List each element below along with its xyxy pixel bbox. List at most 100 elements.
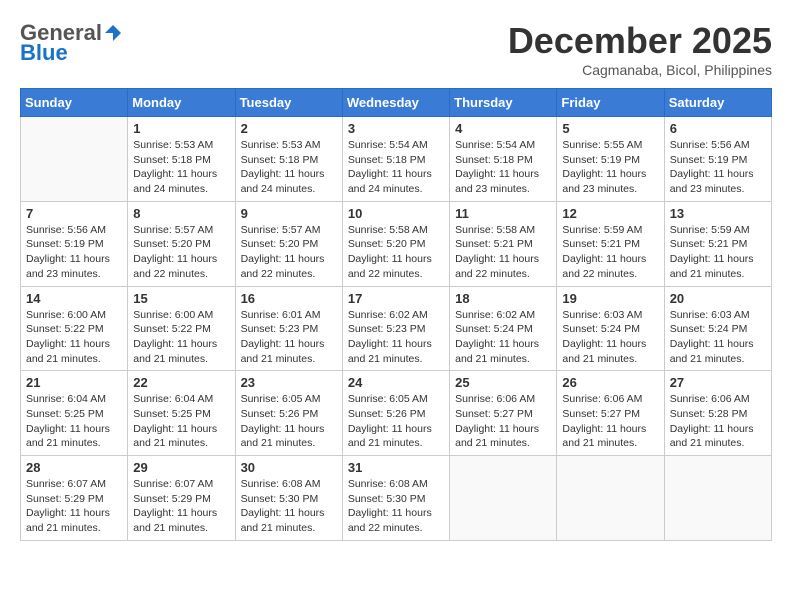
calendar-cell: 7 Sunrise: 5:56 AM Sunset: 5:19 PM Daylig… <box>21 201 128 286</box>
calendar-cell: 18Sunrise: 6:02 AM Sunset: 5:24 PM Dayli… <box>450 286 557 371</box>
day-number: 21 <box>26 375 122 390</box>
day-number: 27 <box>670 375 766 390</box>
calendar-cell: 16 Sunrise: 6:01 AM Sunset: 5:23 PM Dayli… <box>235 286 342 371</box>
day-info: Sunrise: 5:55 AM Sunset: 5:19 PM Dayligh… <box>562 138 658 197</box>
day-number: 12 <box>562 206 658 221</box>
day-info: Sunrise: 6:00 AM Sunset: 5:22 PM Dayligh… <box>133 308 229 367</box>
day-info: Sunrise: 6:08 AM Sunset: 5:30 PM Dayligh… <box>348 477 444 536</box>
day-number: 29 <box>133 460 229 475</box>
day-info: Sunrise: 5:53 AM Sunset: 5:18 PM Dayligh… <box>133 138 229 197</box>
day-info: Sunrise: 5:56 AM Sunset: 5:19 PM Dayligh… <box>670 138 766 197</box>
calendar-cell: 10Sunrise: 5:58 AM Sunset: 5:20 PM Dayli… <box>342 201 449 286</box>
day-number: 14 <box>26 291 122 306</box>
calendar-week-row: 14 Sunrise: 6:00 AM Sunset: 5:22 PM Dayli… <box>21 286 772 371</box>
calendar-cell: 29 Sunrise: 6:07 AM Sunset: 5:29 PM Dayli… <box>128 456 235 541</box>
day-info: Sunrise: 6:06 AM Sunset: 5:27 PM Dayligh… <box>562 392 658 451</box>
day-number: 30 <box>241 460 337 475</box>
day-number: 3 <box>348 121 444 136</box>
day-info: Sunrise: 6:06 AM Sunset: 5:28 PM Dayligh… <box>670 392 766 451</box>
day-number: 6 <box>670 121 766 136</box>
day-number: 16 <box>241 291 337 306</box>
calendar-cell <box>450 456 557 541</box>
calendar-cell: 4 Sunrise: 5:54 AM Sunset: 5:18 PM Daylig… <box>450 117 557 202</box>
calendar-cell: 20 Sunrise: 6:03 AM Sunset: 5:24 PM Dayli… <box>664 286 771 371</box>
weekday-header-monday: Monday <box>128 89 235 117</box>
calendar-cell: 19 Sunrise: 6:03 AM Sunset: 5:24 PM Dayli… <box>557 286 664 371</box>
day-number: 28 <box>26 460 122 475</box>
calendar-cell: 8 Sunrise: 5:57 AM Sunset: 5:20 PM Daylig… <box>128 201 235 286</box>
calendar-cell: 9Sunrise: 5:57 AM Sunset: 5:20 PM Daylig… <box>235 201 342 286</box>
day-number: 8 <box>133 206 229 221</box>
calendar-cell: 30 Sunrise: 6:08 AM Sunset: 5:30 PM Dayli… <box>235 456 342 541</box>
calendar-cell: 3Sunrise: 5:54 AM Sunset: 5:18 PM Daylig… <box>342 117 449 202</box>
day-number: 15 <box>133 291 229 306</box>
day-info: Sunrise: 5:56 AM Sunset: 5:19 PM Dayligh… <box>26 223 122 282</box>
logo-blue: Blue <box>20 40 68 66</box>
calendar-cell: 5 Sunrise: 5:55 AM Sunset: 5:19 PM Daylig… <box>557 117 664 202</box>
calendar-week-row: 28 Sunrise: 6:07 AM Sunset: 5:29 PM Dayli… <box>21 456 772 541</box>
calendar-cell: 24 Sunrise: 6:05 AM Sunset: 5:26 PM Dayli… <box>342 371 449 456</box>
calendar-cell: 28 Sunrise: 6:07 AM Sunset: 5:29 PM Dayli… <box>21 456 128 541</box>
calendar-table: SundayMondayTuesdayWednesdayThursdayFrid… <box>20 88 772 541</box>
weekday-header-friday: Friday <box>557 89 664 117</box>
weekday-header-saturday: Saturday <box>664 89 771 117</box>
day-number: 2 <box>241 121 337 136</box>
day-number: 24 <box>348 375 444 390</box>
day-info: Sunrise: 6:03 AM Sunset: 5:24 PM Dayligh… <box>670 308 766 367</box>
calendar-cell <box>21 117 128 202</box>
calendar-cell: 22 Sunrise: 6:04 AM Sunset: 5:25 PM Dayli… <box>128 371 235 456</box>
calendar-week-row: 21 Sunrise: 6:04 AM Sunset: 5:25 PM Dayli… <box>21 371 772 456</box>
day-number: 7 <box>26 206 122 221</box>
logo: General Blue <box>20 20 124 66</box>
calendar-cell: 12 Sunrise: 5:59 AM Sunset: 5:21 PM Dayli… <box>557 201 664 286</box>
weekday-header-tuesday: Tuesday <box>235 89 342 117</box>
day-info: Sunrise: 6:08 AM Sunset: 5:30 PM Dayligh… <box>241 477 337 536</box>
day-number: 5 <box>562 121 658 136</box>
day-info: Sunrise: 6:07 AM Sunset: 5:29 PM Dayligh… <box>26 477 122 536</box>
day-info: Sunrise: 5:57 AM Sunset: 5:20 PM Dayligh… <box>241 223 337 282</box>
calendar-cell: 6 Sunrise: 5:56 AM Sunset: 5:19 PM Daylig… <box>664 117 771 202</box>
day-info: Sunrise: 6:04 AM Sunset: 5:25 PM Dayligh… <box>133 392 229 451</box>
day-number: 17 <box>348 291 444 306</box>
day-info: Sunrise: 6:05 AM Sunset: 5:26 PM Dayligh… <box>241 392 337 451</box>
logo-flag-icon <box>103 23 123 43</box>
day-number: 20 <box>670 291 766 306</box>
day-info: Sunrise: 6:03 AM Sunset: 5:24 PM Dayligh… <box>562 308 658 367</box>
calendar-cell: 13Sunrise: 5:59 AM Sunset: 5:21 PM Dayli… <box>664 201 771 286</box>
calendar-cell <box>664 456 771 541</box>
day-info: Sunrise: 5:54 AM Sunset: 5:18 PM Dayligh… <box>455 138 551 197</box>
day-info: Sunrise: 6:04 AM Sunset: 5:25 PM Dayligh… <box>26 392 122 451</box>
weekday-header-wednesday: Wednesday <box>342 89 449 117</box>
day-number: 11 <box>455 206 551 221</box>
calendar-cell: 15 Sunrise: 6:00 AM Sunset: 5:22 PM Dayli… <box>128 286 235 371</box>
calendar-cell: 25 Sunrise: 6:06 AM Sunset: 5:27 PM Dayli… <box>450 371 557 456</box>
day-number: 18 <box>455 291 551 306</box>
day-info: Sunrise: 6:06 AM Sunset: 5:27 PM Dayligh… <box>455 392 551 451</box>
calendar-cell: 26 Sunrise: 6:06 AM Sunset: 5:27 PM Dayli… <box>557 371 664 456</box>
day-number: 19 <box>562 291 658 306</box>
day-number: 1 <box>133 121 229 136</box>
page-header: General Blue December 2025 Cagmanaba, Bi… <box>20 20 772 78</box>
calendar-cell: 21 Sunrise: 6:04 AM Sunset: 5:25 PM Dayli… <box>21 371 128 456</box>
day-info: Sunrise: 6:02 AM Sunset: 5:23 PM Dayligh… <box>348 308 444 367</box>
calendar-cell: 27 Sunrise: 6:06 AM Sunset: 5:28 PM Dayli… <box>664 371 771 456</box>
calendar-cell: 2Sunrise: 5:53 AM Sunset: 5:18 PM Daylig… <box>235 117 342 202</box>
calendar-cell: 23 Sunrise: 6:05 AM Sunset: 5:26 PM Dayli… <box>235 371 342 456</box>
day-number: 13 <box>670 206 766 221</box>
day-info: Sunrise: 5:59 AM Sunset: 5:21 PM Dayligh… <box>562 223 658 282</box>
day-number: 23 <box>241 375 337 390</box>
calendar-cell: 1 Sunrise: 5:53 AM Sunset: 5:18 PM Daylig… <box>128 117 235 202</box>
calendar-week-row: 1 Sunrise: 5:53 AM Sunset: 5:18 PM Daylig… <box>21 117 772 202</box>
day-info: Sunrise: 6:07 AM Sunset: 5:29 PM Dayligh… <box>133 477 229 536</box>
weekday-header-sunday: Sunday <box>21 89 128 117</box>
calendar-cell: 17 Sunrise: 6:02 AM Sunset: 5:23 PM Dayli… <box>342 286 449 371</box>
day-number: 25 <box>455 375 551 390</box>
calendar-header-row: SundayMondayTuesdayWednesdayThursdayFrid… <box>21 89 772 117</box>
day-number: 4 <box>455 121 551 136</box>
day-number: 26 <box>562 375 658 390</box>
day-info: Sunrise: 6:05 AM Sunset: 5:26 PM Dayligh… <box>348 392 444 451</box>
day-info: Sunrise: 5:57 AM Sunset: 5:20 PM Dayligh… <box>133 223 229 282</box>
day-info: Sunrise: 6:01 AM Sunset: 5:23 PM Dayligh… <box>241 308 337 367</box>
day-info: Sunrise: 5:58 AM Sunset: 5:21 PM Dayligh… <box>455 223 551 282</box>
day-number: 22 <box>133 375 229 390</box>
